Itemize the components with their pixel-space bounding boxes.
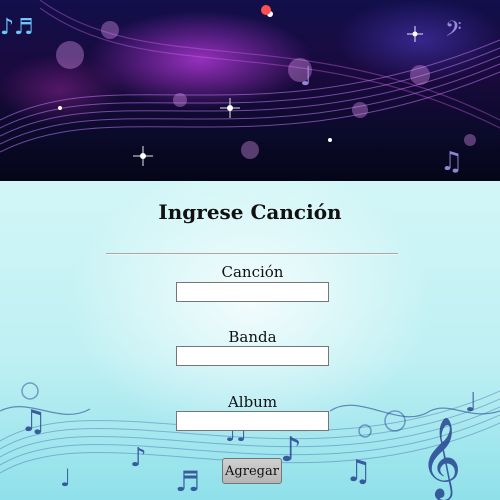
svg-text:♬: ♬ — [175, 465, 200, 498]
svg-text:♫: ♫ — [345, 454, 372, 489]
svg-text:♫: ♫ — [440, 147, 463, 177]
song-input[interactable] — [176, 282, 329, 302]
title-divider — [106, 253, 398, 255]
album-input[interactable] — [176, 411, 329, 431]
svg-text:♪♬: ♪♬ — [0, 15, 34, 40]
svg-text:♩: ♩ — [300, 62, 312, 92]
svg-text:♪: ♪ — [130, 443, 147, 473]
field-label-banda: Banda — [228, 328, 277, 346]
svg-text:♩: ♩ — [465, 388, 477, 418]
music-notes-banner: ♪♬ 𝄢 ♩ ♫ — [0, 0, 500, 177]
svg-text:♩: ♩ — [60, 464, 71, 492]
music-banner-image: ♪♬ 𝄢 ♩ ♫ — [0, 0, 500, 181]
band-input[interactable] — [176, 346, 329, 366]
svg-text:𝄢: 𝄢 — [445, 17, 462, 47]
add-button[interactable]: Agregar — [222, 458, 282, 484]
page-title: Ingrese Canción — [158, 200, 342, 224]
svg-text:♫: ♫ — [20, 404, 47, 439]
svg-text:♪: ♪ — [280, 430, 302, 470]
field-label-cancion: Canción — [221, 263, 284, 281]
treble-clef-icon: 𝄞 — [420, 416, 461, 500]
field-label-album: Album — [227, 393, 278, 411]
